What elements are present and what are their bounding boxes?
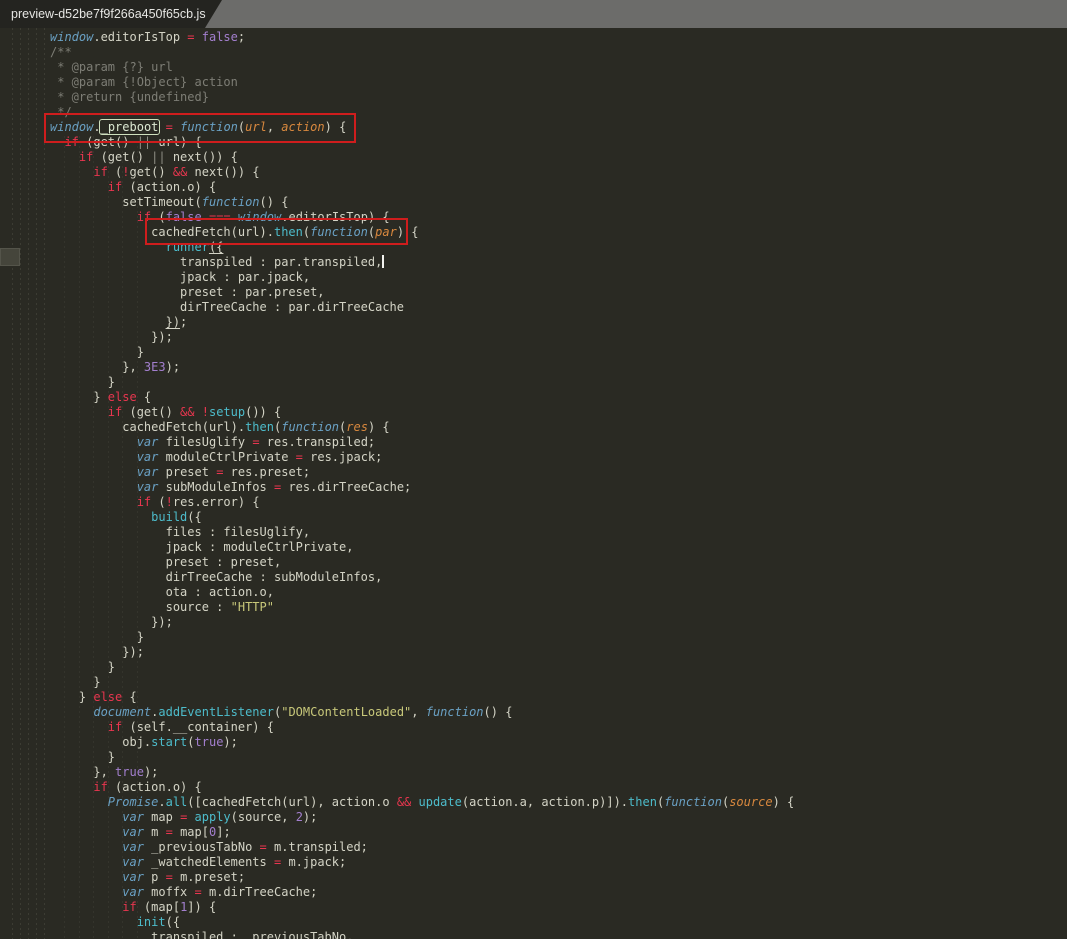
code-line: jpack : par.jpack, xyxy=(50,270,1067,285)
code-line: var map = apply(source, 2); xyxy=(50,810,1067,825)
code-line: Promise.all([cachedFetch(url), action.o … xyxy=(50,795,1067,810)
code-line: } xyxy=(50,750,1067,765)
code-line: window.editorIsTop = false; xyxy=(50,30,1067,45)
code-line: /** xyxy=(50,45,1067,60)
code-line: * @return {undefined} xyxy=(50,90,1067,105)
code-line: dirTreeCache : subModuleInfos, xyxy=(50,570,1067,585)
code-line: transpiled : _previousTabNo, xyxy=(50,930,1067,939)
code-line: source : "HTTP" xyxy=(50,600,1067,615)
search-match-preboot: _preboot xyxy=(99,119,161,135)
code-line: var moffx = m.dirTreeCache; xyxy=(50,885,1067,900)
code-line: document.addEventListener("DOMContentLoa… xyxy=(50,705,1067,720)
code-line: * @param {?} url xyxy=(50,60,1067,75)
code-line: } xyxy=(50,630,1067,645)
text-cursor xyxy=(382,255,384,268)
code-line: cachedFetch(url).then(function(res) { xyxy=(50,420,1067,435)
code-line: var subModuleInfos = res.dirTreeCache; xyxy=(50,480,1067,495)
code-line: var m = map[0]; xyxy=(50,825,1067,840)
code-editor[interactable]: window.editorIsTop = false;/** * @param … xyxy=(0,28,1067,939)
code-line: } xyxy=(50,375,1067,390)
code-line: if (map[1]) { xyxy=(50,900,1067,915)
code-line: } xyxy=(50,675,1067,690)
code-line: preset : par.preset, xyxy=(50,285,1067,300)
code-line: var moduleCtrlPrivate = res.jpack; xyxy=(50,450,1067,465)
code-line: init({ xyxy=(50,915,1067,930)
code-line: }, true); xyxy=(50,765,1067,780)
close-icon[interactable]: × xyxy=(216,7,226,21)
code-line: cachedFetch(url).then(function(par) { xyxy=(50,225,1067,240)
code-line: if (self.__container) { xyxy=(50,720,1067,735)
code-line: } else { xyxy=(50,690,1067,705)
code-line: ota : action.o, xyxy=(50,585,1067,600)
code-line: }); xyxy=(50,330,1067,345)
code-line: setTimeout(function() { xyxy=(50,195,1067,210)
code-line: }); xyxy=(50,645,1067,660)
code-line: } xyxy=(50,660,1067,675)
code-line: var preset = res.preset; xyxy=(50,465,1067,480)
code-line: }); xyxy=(50,615,1067,630)
code-line: if (action.o) { xyxy=(50,780,1067,795)
code-line: }, 3E3); xyxy=(50,360,1067,375)
code-line: obj.start(true); xyxy=(50,735,1067,750)
code-area[interactable]: window.editorIsTop = false;/** * @param … xyxy=(0,28,1067,939)
gutter-marker[interactable] xyxy=(0,248,20,266)
code-line: transpiled : par.transpiled, xyxy=(50,255,1067,270)
code-line: jpack : moduleCtrlPrivate, xyxy=(50,540,1067,555)
code-line: if (action.o) { xyxy=(50,180,1067,195)
code-line: dirTreeCache : par.dirTreeCache xyxy=(50,300,1067,315)
code-line: runner({ xyxy=(50,240,1067,255)
code-line: if (!res.error) { xyxy=(50,495,1067,510)
file-tab[interactable]: preview-d52be7f9f266a450f65cb.js × xyxy=(0,0,222,28)
code-line: var _watchedElements = m.jpack; xyxy=(50,855,1067,870)
code-line: if (get() || url) { xyxy=(50,135,1067,150)
code-line: files : filesUglify, xyxy=(50,525,1067,540)
file-tab-title: preview-d52be7f9f266a450f65cb.js xyxy=(0,7,206,21)
code-line: if (get() && !setup()) { xyxy=(50,405,1067,420)
code-line: window._preboot = function(url, action) … xyxy=(50,120,1067,135)
code-line: } else { xyxy=(50,390,1067,405)
code-line: } xyxy=(50,345,1067,360)
code-line: build({ xyxy=(50,510,1067,525)
code-line: * @param {!Object} action xyxy=(50,75,1067,90)
code-line: if (false === window.editorIsTop) { xyxy=(50,210,1067,225)
code-line: */ xyxy=(50,105,1067,120)
code-line: var p = m.preset; xyxy=(50,870,1067,885)
code-line: if (get() || next()) { xyxy=(50,150,1067,165)
code-line: preset : preset, xyxy=(50,555,1067,570)
code-line: if (!get() && next()) { xyxy=(50,165,1067,180)
code-line: var filesUglify = res.transpiled; xyxy=(50,435,1067,450)
tab-bar: preview-d52be7f9f266a450f65cb.js × xyxy=(0,0,1067,28)
code-line: var _previousTabNo = m.transpiled; xyxy=(50,840,1067,855)
code-line: }); xyxy=(50,315,1067,330)
